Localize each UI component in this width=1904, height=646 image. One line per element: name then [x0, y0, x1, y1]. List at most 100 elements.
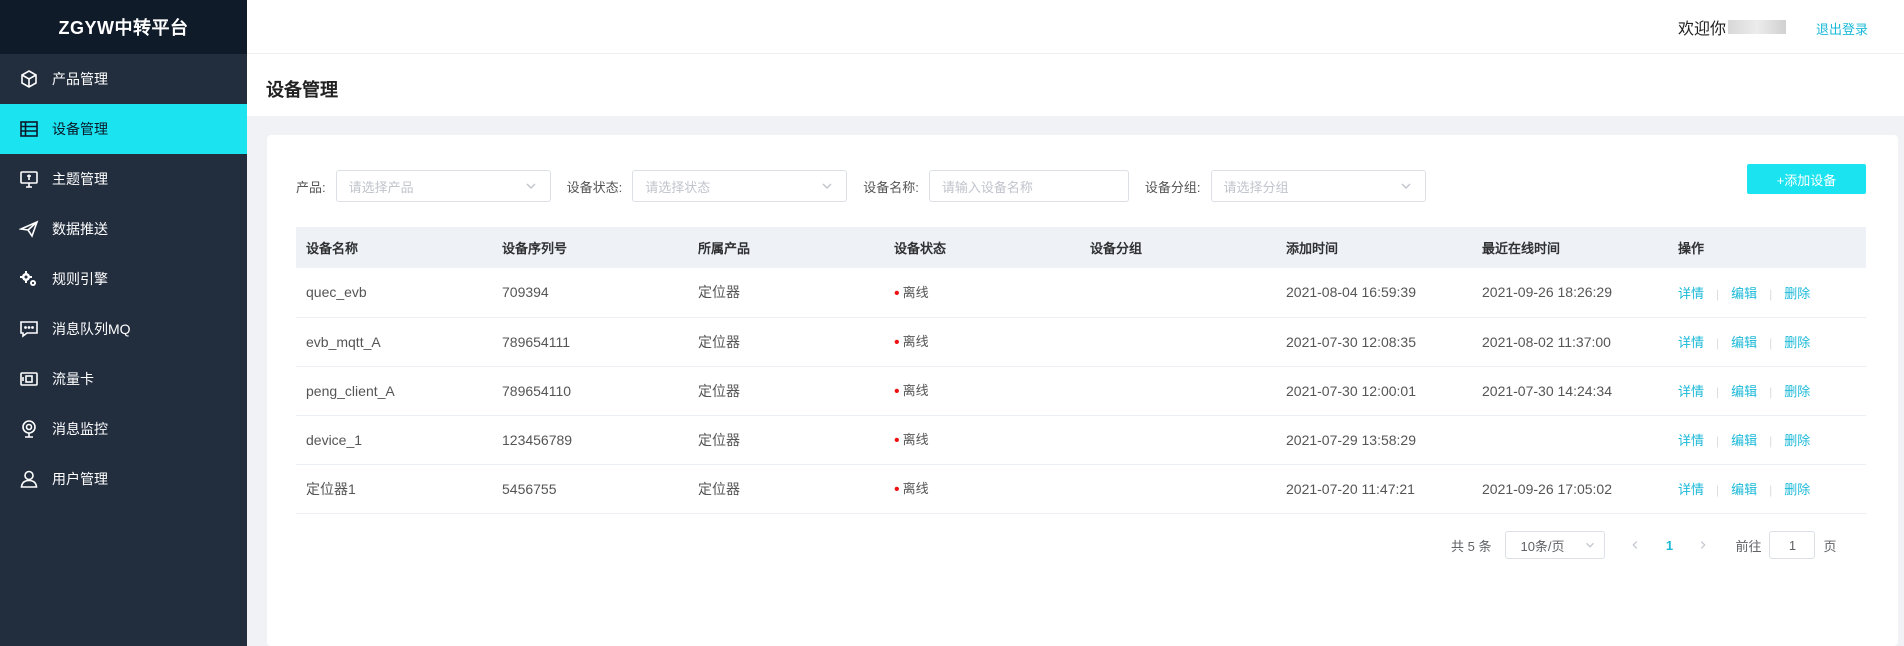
action-separator: | [1769, 286, 1773, 301]
product-select[interactable]: 请选择产品 [335, 170, 551, 202]
cell-added: 2021-07-29 13:58:29 [1276, 415, 1472, 465]
sidebar-item-sim-card[interactable]: 流量卡 [0, 354, 247, 404]
status-select[interactable]: 请选择状态 [632, 170, 848, 202]
sidebar-item-topics[interactable]: 主题管理 [0, 154, 247, 204]
sidebar-item-label: 流量卡 [52, 371, 94, 387]
edit-link[interactable]: 编辑 [1731, 482, 1757, 497]
detail-link[interactable]: 详情 [1678, 433, 1704, 448]
cell-added: 2021-07-20 11:47:21 [1276, 464, 1472, 514]
delete-link[interactable]: 删除 [1784, 286, 1810, 301]
cell-serial: 789654111 [492, 317, 688, 367]
status-select-placeholder: 请选择状态 [645, 179, 711, 195]
action-separator: | [1769, 483, 1773, 497]
add-device-button[interactable]: +添加设备 [1747, 164, 1866, 194]
detail-link[interactable]: 详情 [1678, 384, 1704, 399]
offline-dot-icon: • [894, 383, 900, 400]
message-icon [18, 318, 40, 340]
product-select-placeholder: 请选择产品 [348, 179, 414, 195]
cell-group [1080, 366, 1276, 416]
cell-serial: 123456789 [492, 415, 688, 465]
edit-link[interactable]: 编辑 [1731, 433, 1757, 448]
edit-link[interactable]: 编辑 [1731, 384, 1757, 399]
delete-link[interactable]: 删除 [1784, 433, 1810, 448]
action-separator: | [1769, 385, 1773, 399]
pagination-total: 共 5 条 [1451, 538, 1492, 554]
device-table: 设备名称 设备序列号 所属产品 设备状态 设备分组 添加时间 最近在线时间 操作… [296, 227, 1866, 514]
cell-product: 定位器 [688, 366, 884, 416]
page-number[interactable]: 1 [1655, 531, 1683, 559]
status-filter-label: 设备状态: [566, 179, 623, 195]
page-title: 设备管理 [266, 80, 338, 100]
cell-serial: 709394 [492, 268, 688, 318]
chevron-down-icon [526, 183, 536, 189]
topic-monitor-icon [18, 168, 40, 190]
sidebar-item-data-push[interactable]: 数据推送 [0, 204, 247, 254]
name-filter-label: 设备名称: [863, 179, 919, 195]
table-row: device_1 123456789 定位器 • 离线 2021-07-29 13… [296, 415, 1866, 465]
sidebar-item-mq[interactable]: 消息队列MQ [0, 304, 247, 354]
filter-bar: 产品: 请选择产品 设备状态: 请选择状态 设备名称: 请输入设备名称 设备分组… [296, 170, 1426, 202]
cell-product: 定位器 [688, 464, 884, 514]
page-size-select[interactable]: 10条/页 [1505, 531, 1606, 559]
sidebar-item-users[interactable]: 用户管理 [0, 454, 247, 504]
cell-actions: 详情 | 编辑 | 删除 [1668, 415, 1866, 465]
detail-link[interactable]: 详情 [1678, 335, 1704, 350]
prev-page-button[interactable] [1621, 531, 1649, 559]
group-select[interactable]: 请选择分组 [1210, 170, 1426, 202]
cell-added: 2021-08-04 16:59:39 [1276, 268, 1472, 318]
sidebar-item-devices[interactable]: 设备管理 [0, 104, 247, 154]
user-icon [18, 468, 40, 490]
sidebar-item-label: 数据推送 [52, 221, 108, 237]
cell-product: 定位器 [688, 415, 884, 465]
cell-status: • 离线 [884, 415, 1080, 465]
table-row: peng_client_A 789654110 定位器 • 离线 2021-07-… [296, 366, 1866, 416]
sidebar-item-rule-engine[interactable]: 规则引擎 [0, 254, 247, 304]
sidebar-item-label: 用户管理 [52, 471, 108, 487]
device-name-input[interactable]: 请输入设备名称 [928, 170, 1129, 202]
col-header-actions: 操作 [1668, 227, 1866, 268]
cell-name: 定位器1 [296, 464, 492, 514]
sidebar-item-monitor[interactable]: 消息监控 [0, 404, 247, 454]
page-suffix: 页 [1823, 538, 1837, 554]
gears-icon [18, 268, 40, 290]
sidebar-item-label: 主题管理 [52, 171, 108, 187]
offline-dot-icon: • [894, 284, 900, 302]
sidebar-item-label: 设备管理 [52, 121, 108, 137]
edit-link[interactable]: 编辑 [1731, 286, 1757, 301]
detail-link[interactable]: 详情 [1678, 482, 1704, 497]
delete-link[interactable]: 删除 [1784, 335, 1810, 350]
blurred-username [1728, 20, 1786, 34]
cell-group [1080, 268, 1276, 318]
detail-link[interactable]: 详情 [1678, 286, 1704, 301]
chevron-down-icon [1401, 183, 1410, 189]
status-text: 离线 [902, 334, 929, 349]
cell-last-online: 2021-09-26 17:05:02 [1472, 464, 1668, 514]
cell-actions: 详情 | 编辑 | 删除 [1668, 317, 1866, 367]
send-plane-icon [18, 218, 40, 240]
welcome-text: 欢迎你 [1678, 15, 1786, 39]
delete-link[interactable]: 删除 [1784, 482, 1810, 497]
delete-link[interactable]: 删除 [1784, 384, 1810, 399]
table-row: quec_evb 709394 定位器 • 离线 2021-08-04 16:59… [296, 268, 1866, 318]
cell-group [1080, 464, 1276, 514]
device-name-placeholder: 请输入设备名称 [941, 179, 1033, 195]
sidebar-item-label: 规则引擎 [52, 271, 108, 287]
logout-link[interactable]: 退出登录 [1816, 19, 1868, 38]
pagination: 共 5 条 10条/页 1 前往 1 页 [1451, 530, 1837, 560]
goto-page-input[interactable]: 1 [1769, 531, 1816, 559]
chevron-down-icon [1586, 542, 1595, 548]
action-separator: | [1716, 434, 1720, 448]
cell-last-online [1472, 415, 1668, 465]
action-separator: | [1716, 286, 1720, 301]
cell-serial: 5456755 [492, 464, 688, 514]
table-row: evb_mqtt_A 789654111 定位器 • 离线 2021-07-30 … [296, 317, 1866, 367]
col-header-last-online: 最近在线时间 [1472, 227, 1668, 268]
status-text: 离线 [902, 481, 929, 496]
edit-link[interactable]: 编辑 [1731, 335, 1757, 350]
webcam-icon [18, 418, 40, 440]
sidebar-item-products[interactable]: 产品管理 [0, 54, 247, 104]
action-separator: | [1769, 336, 1773, 350]
next-page-button[interactable] [1689, 531, 1717, 559]
action-separator: | [1716, 483, 1720, 497]
sidebar-item-label: 消息队列MQ [52, 321, 131, 337]
